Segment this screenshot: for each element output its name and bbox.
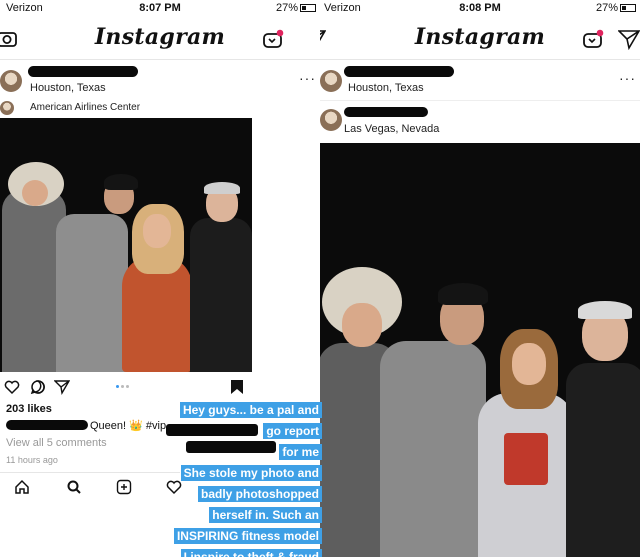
username-redaction [28, 66, 138, 77]
annotation-line: badly photoshopped [150, 485, 322, 503]
person-2-hair [104, 174, 138, 190]
likes-count[interactable]: 203 likes [6, 403, 52, 415]
battery-indicator: 27% [596, 2, 636, 14]
username-redaction [344, 66, 454, 77]
post-timestamp: 11 hours ago [6, 455, 58, 465]
previous-post-header: American Airlines Center [0, 100, 320, 116]
person-1-face [22, 180, 48, 206]
caption-username-redaction [6, 420, 88, 430]
post-location[interactable]: Houston, Texas [30, 82, 106, 94]
person-1-face [342, 303, 382, 347]
battery-percent: 27% [275, 2, 298, 14]
avatar[interactable] [0, 70, 22, 92]
post-photo[interactable] [0, 118, 252, 372]
person-2 [56, 214, 128, 372]
clock: 8:08 PM [459, 2, 501, 14]
search-icon[interactable] [66, 479, 82, 495]
top-bar: Instagram [320, 18, 640, 60]
battery-icon [300, 4, 316, 12]
annotation-line: I inspire to theft & fraud [150, 548, 322, 557]
avatar [0, 101, 14, 115]
previous-location: American Airlines Center [30, 102, 141, 113]
more-options-icon[interactable]: ··· [299, 70, 316, 86]
person-4 [566, 363, 640, 557]
comment-icon[interactable] [30, 379, 46, 395]
post-location[interactable]: Houston, Texas [348, 82, 424, 94]
person-3-face [143, 214, 171, 248]
person-3-face [512, 343, 546, 385]
igtv-icon[interactable] [582, 28, 604, 50]
person-2-hair [438, 283, 488, 305]
battery-indicator: 27% [276, 2, 316, 14]
post-actions [4, 378, 254, 396]
person-4-hair [204, 182, 240, 194]
status-bar: Verizon 8:08 PM 27% [320, 0, 640, 16]
person-3-shirt-graphic [504, 433, 548, 485]
status-bar: Verizon 8:07 PM 27% [0, 0, 320, 16]
annotation-line: INSPIRING fitness model [150, 527, 322, 545]
right-screenshot: Verizon 8:08 PM 27% Instagram Houston, T… [320, 0, 640, 557]
post-location[interactable]: Las Vegas, Nevada [344, 123, 439, 135]
person-4-hair [578, 301, 632, 319]
post-photo[interactable] [320, 143, 640, 557]
post-header: Houston, Texas ··· [0, 62, 320, 102]
annotation-line: She stole my photo and [150, 464, 322, 482]
post-header-houston: Houston, Texas ··· [320, 62, 640, 102]
view-comments-link[interactable]: View all 5 comments [6, 437, 107, 449]
battery-icon [620, 4, 636, 12]
person-4 [190, 218, 252, 372]
annotation-username-redaction [166, 424, 258, 436]
top-bar: Instagram [0, 18, 320, 60]
battery-percent: 27% [595, 2, 618, 14]
post-header-las-vegas: Las Vegas, Nevada [320, 100, 640, 142]
new-post-icon[interactable] [116, 479, 132, 495]
carousel-dots [116, 385, 130, 389]
direct-message-icon[interactable] [618, 28, 640, 50]
igtv-icon[interactable] [262, 28, 284, 50]
share-icon[interactable] [54, 379, 70, 395]
annotation-line: herself in. Such an [150, 506, 322, 524]
person-2 [380, 341, 486, 557]
heart-icon[interactable] [4, 379, 20, 395]
annotation-username-redaction [186, 441, 276, 453]
bookmark-icon[interactable] [230, 379, 244, 395]
home-icon[interactable] [14, 479, 30, 495]
avatar[interactable] [320, 109, 342, 131]
username-redaction [344, 107, 428, 117]
annotation-line: Hey guys... be a pal and [150, 401, 322, 419]
avatar[interactable] [320, 70, 342, 92]
clock: 8:07 PM [139, 2, 181, 14]
more-options-icon[interactable]: ··· [619, 70, 636, 86]
